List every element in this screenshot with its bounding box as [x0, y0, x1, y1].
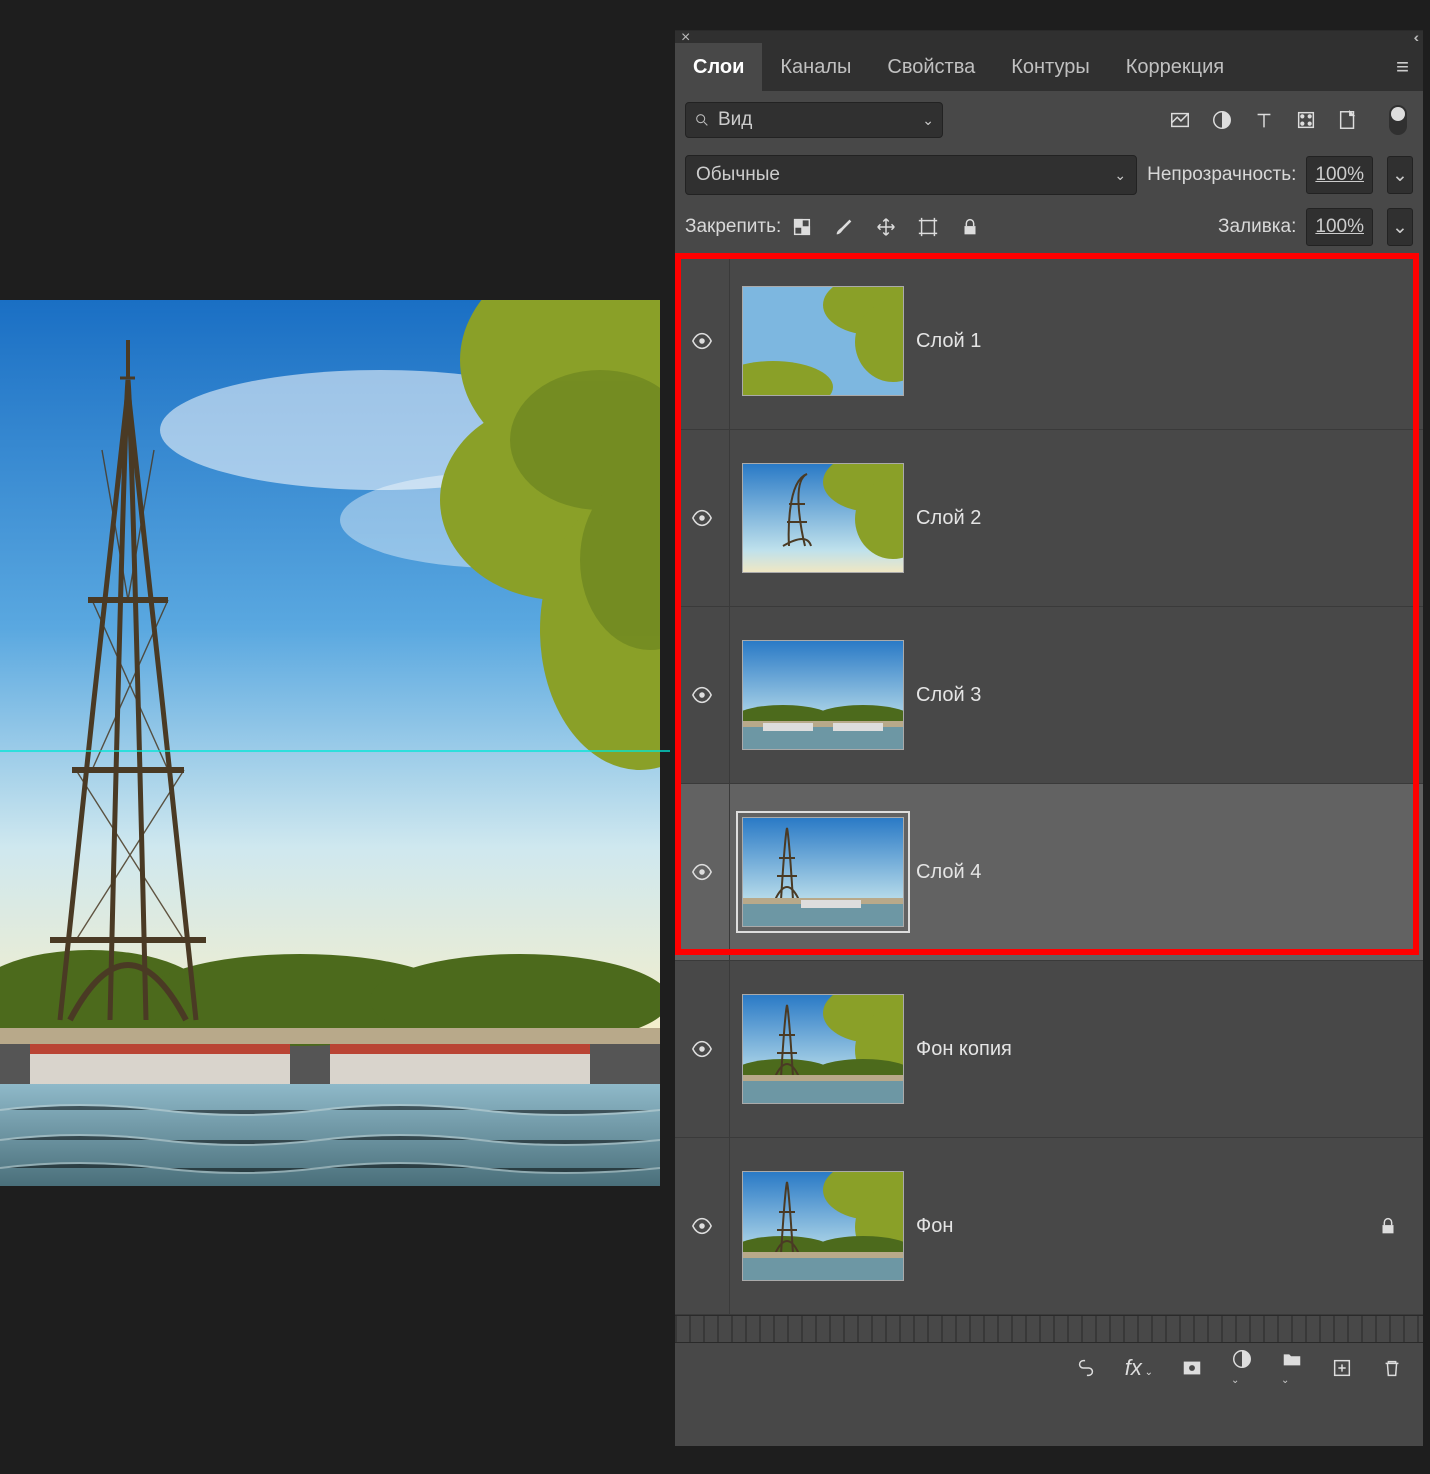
visibility-toggle[interactable] [675, 1138, 730, 1314]
layer-row[interactable]: Фон [675, 1138, 1423, 1315]
layer-name[interactable]: Слой 3 [916, 684, 981, 707]
adjustment-layer-icon[interactable]: ⌄ [1231, 1348, 1253, 1388]
layer-row[interactable]: Слой 3 [675, 607, 1423, 784]
lock-brush-icon[interactable] [833, 216, 855, 238]
canvas-illustration [0, 300, 660, 1186]
filter-smart-icon[interactable] [1337, 109, 1359, 131]
layer-row[interactable]: Слой 4 [675, 784, 1423, 961]
tab-paths[interactable]: Контуры [993, 43, 1107, 91]
document-canvas[interactable] [0, 300, 660, 1186]
filter-adjustment-icon[interactable] [1211, 109, 1233, 131]
visibility-toggle[interactable] [675, 961, 730, 1137]
scroll-ruler [675, 1315, 1423, 1343]
lock-all-icon[interactable] [959, 216, 981, 238]
layer-thumbnail[interactable] [730, 640, 916, 750]
layer-name[interactable]: Слой 2 [916, 507, 981, 530]
close-icon[interactable]: × [681, 29, 690, 47]
layer-filter-row: Вид ⌄ [675, 91, 1423, 149]
layer-row[interactable]: Слой 2 [675, 430, 1423, 607]
layer-name[interactable]: Слой 4 [916, 861, 981, 884]
link-layers-icon[interactable] [1075, 1357, 1097, 1379]
lock-artboard-icon[interactable] [917, 216, 939, 238]
layer-thumbnail[interactable] [730, 994, 916, 1104]
group-icon[interactable]: ⌄ [1281, 1348, 1303, 1388]
tab-properties[interactable]: Свойства [869, 43, 993, 91]
fill-value[interactable]: 100% [1306, 208, 1373, 246]
layer-filter-dropdown[interactable]: Вид ⌄ [685, 102, 943, 138]
filter-type-icon[interactable] [1253, 109, 1275, 131]
blend-mode-value: Обычные [696, 164, 780, 186]
filter-pixel-icon[interactable] [1169, 109, 1191, 131]
collapse-icon[interactable]: ‹‹ [1414, 29, 1415, 45]
lock-label: Закрепить: [685, 216, 781, 238]
layer-name[interactable]: Фон копия [916, 1038, 1012, 1061]
delete-icon[interactable] [1381, 1357, 1403, 1379]
chevron-down-icon: ⌄ [1392, 216, 1408, 239]
layer-thumbnail[interactable] [730, 1171, 916, 1281]
layer-thumbnail[interactable] [730, 817, 916, 927]
fill-dropdown[interactable]: ⌄ [1387, 208, 1413, 246]
panel-menu-icon[interactable]: ≡ [1396, 54, 1409, 80]
filter-shape-icon[interactable] [1295, 109, 1317, 131]
tab-adjustments[interactable]: Коррекция [1108, 43, 1242, 91]
visibility-toggle[interactable] [675, 430, 730, 606]
layers-panel: × ‹‹ Слои Каналы Свойства Контуры Коррек… [675, 30, 1423, 1446]
chevron-down-icon: ⌄ [1114, 167, 1126, 184]
mask-icon[interactable] [1181, 1357, 1203, 1379]
visibility-toggle[interactable] [675, 607, 730, 783]
lock-position-icon[interactable] [875, 216, 897, 238]
panel-footer: fx ⌄ ⌄ ⌄ [675, 1343, 1423, 1393]
filter-kind-label: Вид [718, 109, 752, 131]
opacity-label: Непрозрачность: [1147, 164, 1296, 186]
fx-icon[interactable]: fx ⌄ [1125, 1355, 1153, 1381]
opacity-dropdown[interactable]: ⌄ [1387, 156, 1413, 194]
tab-channels[interactable]: Каналы [762, 43, 869, 91]
search-icon [694, 112, 710, 128]
layer-row[interactable]: Фон копия [675, 961, 1423, 1138]
new-layer-icon[interactable] [1331, 1357, 1353, 1379]
blend-row: Обычные ⌄ Непрозрачность: 100% ⌄ [675, 149, 1423, 201]
fill-label: Заливка: [1218, 216, 1296, 238]
lock-transparency-icon[interactable] [791, 216, 813, 238]
tab-layers[interactable]: Слои [675, 43, 762, 91]
layer-thumbnail[interactable] [730, 463, 916, 573]
layer-name[interactable]: Слой 1 [916, 330, 981, 353]
opacity-value[interactable]: 100% [1306, 156, 1373, 194]
visibility-toggle[interactable] [675, 253, 730, 429]
visibility-toggle[interactable] [675, 784, 730, 960]
panel-tabs: Слои Каналы Свойства Контуры Коррекция ≡ [675, 43, 1423, 91]
chevron-down-icon: ⌄ [1392, 164, 1408, 187]
lock-indicator-icon [1377, 1215, 1399, 1237]
layer-name[interactable]: Фон [916, 1215, 953, 1238]
layers-list: Слой 1 Слой 2 Слой 3 Слой 4 Фон копия Фон [675, 253, 1423, 1315]
layer-thumbnail[interactable] [730, 286, 916, 396]
blend-mode-dropdown[interactable]: Обычные ⌄ [685, 155, 1137, 195]
lock-row: Закрепить: Заливка: 100% ⌄ [675, 201, 1423, 253]
layer-row[interactable]: Слой 1 [675, 253, 1423, 430]
horizontal-guide [0, 750, 670, 752]
filter-toggle[interactable] [1389, 105, 1407, 135]
chevron-down-icon: ⌄ [922, 112, 934, 129]
